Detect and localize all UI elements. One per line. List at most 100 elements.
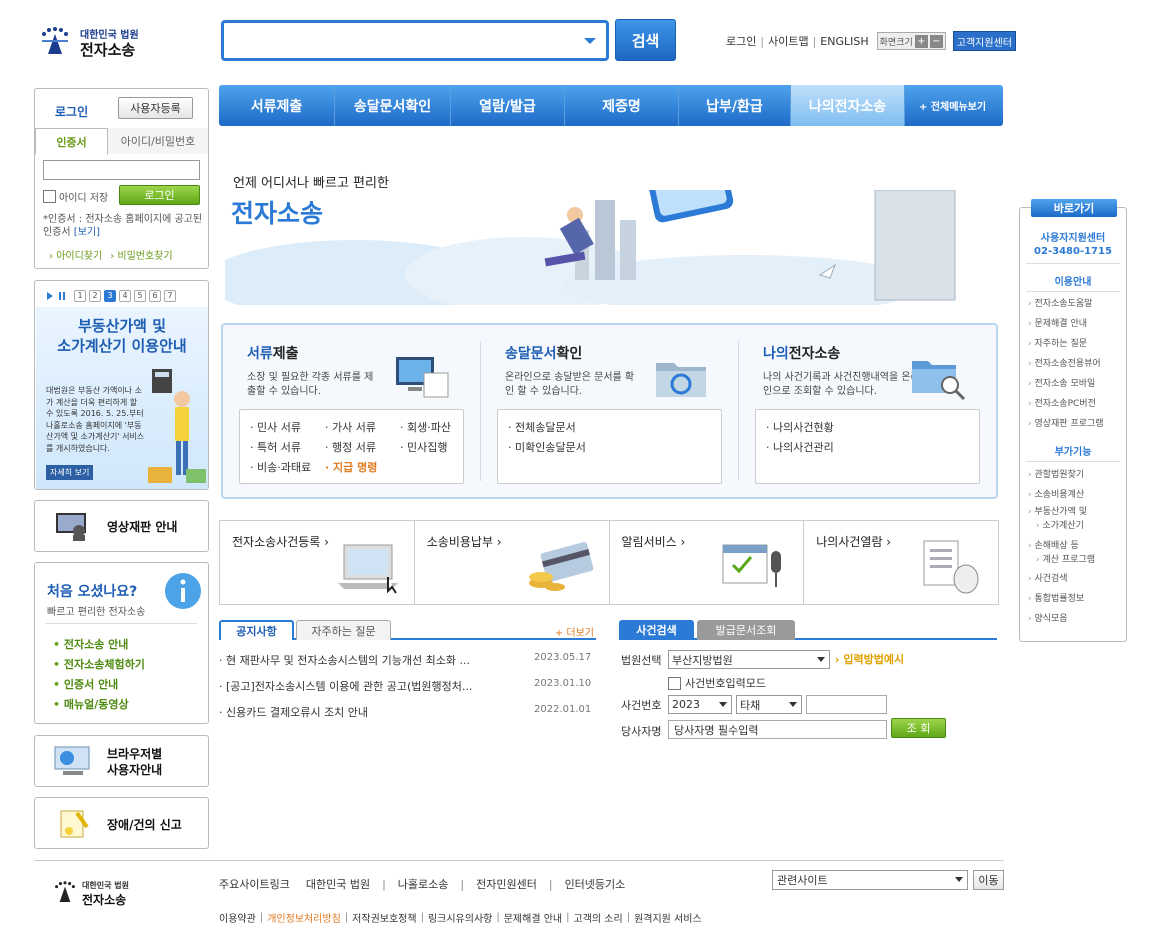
play-icon[interactable] [47,292,53,300]
banner-page[interactable]: 3 [104,290,116,302]
tab-issued-docs[interactable]: 발급문서조회 [697,620,795,640]
tab-notice[interactable]: 공지사항 [219,620,294,640]
year-select[interactable]: 2023 [668,695,732,714]
banner-image[interactable]: 부동산가액 및 소가계산기 이용안내 대법원은 부동산 가액이나 소가 계산을 … [36,307,208,489]
save-id-checkbox[interactable] [43,190,56,203]
footer-voice[interactable]: 고객의 소리 [574,910,623,925]
service-title[interactable]: 송달문서확인 [505,343,582,363]
chevron-down-icon[interactable] [584,38,596,44]
footer-privacy[interactable]: 개인정보처리방침 [267,910,341,925]
input-example-link[interactable]: › 입력방법예시 [835,651,904,667]
footer-link-notice[interactable]: 링크시유의사항 [428,910,492,925]
quick-link[interactable]: 영상재판 프로그램 [1028,414,1103,434]
link-my-cases[interactable]: · 나의사건현황 [766,418,969,438]
login-link[interactable]: 로그인 [726,33,756,49]
quick-link-cont[interactable]: 소가계산기 [1028,519,1095,533]
banner-page[interactable]: 7 [164,290,176,302]
quick-link[interactable]: 전자소송 모바일 [1028,374,1104,394]
site-logo[interactable]: 대한민국 법원 전자소송 [38,22,148,62]
footer-link-civil[interactable]: 전자민원센터 [476,876,537,892]
footer-link-court[interactable]: 대한민국 법원 [306,876,370,892]
link-unread-delivery[interactable]: · 미확인송달문서 [508,438,711,458]
quick-link[interactable]: 양식모음 [1028,609,1095,629]
banner-more-button[interactable]: 자세히 보기 [46,465,94,480]
tab-certificate[interactable]: 인증서 [35,128,108,155]
login-button[interactable]: 로그인 [119,185,200,205]
quick-link[interactable]: 문제해결 안내 [1028,314,1104,334]
nav-view-issue[interactable]: 열람/발급 [451,85,565,126]
first-visit-item[interactable]: 인증서 안내 [53,675,145,695]
tab-case-search[interactable]: 사건검색 [619,620,694,640]
quick-link[interactable]: 관할법원찾기 [1028,465,1095,485]
first-visit-item[interactable]: 전자소송체험하기 [53,655,145,675]
zoom-out-button[interactable]: − [929,34,943,48]
quick-litigation-fee[interactable]: 소송비용납부 › [415,521,610,604]
court-select[interactable]: 부산지방법원 [668,650,830,669]
link-case-manage[interactable]: · 나의사건관리 [766,438,969,458]
quick-link[interactable]: 사건검색 [1028,569,1095,589]
help-center-button[interactable]: 고객지원센터 [952,31,1016,51]
nav-payment-refund[interactable]: 납부/환급 [679,85,791,126]
link-all-delivery[interactable]: · 전체송달문서 [508,418,711,438]
link-family[interactable]: · 가사 서류 [325,418,400,438]
quick-link[interactable]: 부동산가액 및 [1028,505,1095,519]
banner-page[interactable]: 6 [149,290,161,302]
case-no-mode-checkbox[interactable] [668,676,681,690]
link-admin[interactable]: · 행정 서류 [325,438,400,458]
tab-id-password[interactable]: 아이디/비밀번호 [108,128,208,154]
zoom-in-button[interactable]: + [914,34,928,48]
quick-link[interactable]: 전자소송PC버전 [1028,394,1104,414]
quick-link[interactable]: 손해배상 등 [1028,539,1095,553]
link-execution[interactable]: · 민사집행 [400,438,470,458]
english-link[interactable]: ENGLISH [820,35,868,48]
notice-more-link[interactable]: + 더보기 [555,624,594,639]
case-search-button[interactable]: 조 회 [891,718,946,738]
video-trial-box[interactable]: 영상재판 안내 [34,500,209,552]
notice-row[interactable]: · 신용카드 결제오류시 조치 안내 2022.01.01 [219,704,596,720]
tab-faq[interactable]: 자주하는 질문 [296,620,391,640]
footer-terms[interactable]: 이용약관 [219,910,256,925]
footer-remote[interactable]: 원격지원 서비스 [634,910,702,925]
link-patent[interactable]: · 특허 서류 [250,438,325,458]
first-visit-item[interactable]: 전자소송 안내 [53,635,145,655]
search-button[interactable]: 검색 [615,19,676,61]
link-civil[interactable]: · 민사 서류 [250,418,325,438]
all-menu-button[interactable]: + 전체메뉴보기 [905,98,986,113]
nav-delivery-check[interactable]: 송달문서확인 [335,85,451,126]
first-visit-item[interactable]: 매뉴얼/동영상 [53,695,145,715]
service-title[interactable]: 나의전자소송 [763,343,840,363]
report-box[interactable]: 장애/건의 신고 [34,797,209,849]
browser-guide-box[interactable]: 브라우저별 사용자안내 [34,735,209,787]
case-number-input[interactable] [806,695,887,714]
banner-page[interactable]: 5 [134,290,146,302]
find-id-link[interactable]: › 아이디찾기 [49,247,102,262]
link-nonlitigation[interactable]: · 비송·과태료 [250,458,325,478]
sitemap-link[interactable]: 사이트맵 [768,33,808,49]
pause-icon[interactable] [59,292,65,300]
certificate-input[interactable] [43,160,200,180]
find-pw-link[interactable]: › 비밀번호찾기 [110,247,172,262]
quick-link[interactable]: 전자소송도움말 [1028,294,1104,314]
quick-link[interactable]: 자주하는 질문 [1028,334,1104,354]
quick-link[interactable]: 통합법률정보 [1028,589,1095,609]
quick-link[interactable]: 소송비용계산 [1028,485,1095,505]
note-view-link[interactable]: [보기] [74,227,100,238]
footer-link-self[interactable]: 나홀로소송 [398,876,449,892]
related-sites-select[interactable]: 관련사이트 [772,870,968,890]
nav-my-ecourt[interactable]: 나의전자소송 [791,85,905,126]
quick-link[interactable]: 전자소송전용뷰어 [1028,354,1104,374]
search-input[interactable] [221,20,609,61]
party-name-input[interactable]: 당사자명 필수입력 [668,720,887,739]
quick-case-view[interactable]: 나의사건열람 › [804,521,998,604]
footer-link-registry[interactable]: 인터넷등기소 [565,876,626,892]
register-button[interactable]: 사용자등록 [118,97,193,119]
footer-troubleshoot[interactable]: 문제해결 안내 [504,910,562,925]
go-button[interactable]: 이동 [973,870,1004,890]
quick-case-register[interactable]: 전자소송사건등록 › [220,521,415,604]
link-rehab[interactable]: · 회생·파산 [400,418,470,438]
nav-certificate[interactable]: 제증명 [565,85,679,126]
banner-page[interactable]: 2 [89,290,101,302]
quick-notification[interactable]: 알림서비스 › [610,521,805,604]
link-payment-order[interactable]: · 지급 명령 [325,458,400,478]
service-title[interactable]: 서류제출 [247,343,299,363]
